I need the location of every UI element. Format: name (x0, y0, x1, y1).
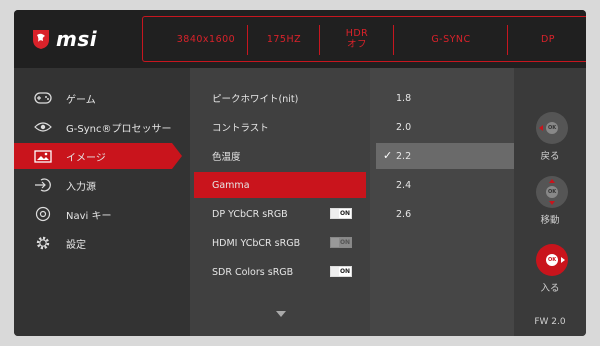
submenu-item-label: Gamma (212, 179, 250, 191)
menu-item-label: イメージ (66, 152, 106, 164)
scroll-down-arrow-icon[interactable] (276, 311, 286, 317)
menu-item-label: G-Sync®プロセッサー (66, 123, 172, 135)
eye-icon (34, 120, 52, 134)
back-label: 戻る (540, 151, 560, 162)
gamma-option-label: 1.8 (396, 92, 412, 104)
logo: msi (14, 10, 154, 68)
submenu-item-dp-ycbcr-srgb[interactable]: DP YCbCR sRGB ON (194, 201, 366, 227)
submenu-item-label: HDMI YCbCR sRGB (212, 237, 301, 249)
submenu-item-label: SDR Colors sRGB (212, 266, 294, 278)
menu-item-label: ゲーム (66, 94, 96, 106)
ok-icon: OK (546, 122, 558, 134)
gamma-option[interactable]: 2.0 (376, 114, 514, 140)
menu-item-image[interactable]: イメージ (14, 143, 182, 169)
submenu-item-label: コントラスト (212, 123, 269, 134)
status-resolution: 3840x1600 (176, 33, 236, 45)
gear-icon (34, 236, 52, 250)
toggle-knob (331, 209, 339, 218)
move-label: 移動 (540, 215, 560, 226)
image-submenu: ピークホワイト(nit) コントラスト 色温度 Gamma DP YCbCR s… (190, 68, 370, 336)
dp-ycbcr-toggle[interactable]: ON (330, 208, 352, 219)
menu-item-game[interactable]: ゲーム (14, 85, 190, 111)
status-bar: 3840x1600 175HZ HDR オフ G-SYNC DP (142, 16, 586, 62)
menu-item-input-source[interactable]: 入力源 (14, 172, 190, 198)
gamma-option-selected[interactable]: ✓ 2.2 (376, 143, 514, 169)
sdr-colors-toggle[interactable]: ON (330, 266, 352, 277)
submenu-item-label: DP YCbCR sRGB (212, 208, 288, 220)
toggle-state: ON (339, 238, 351, 247)
enter-key-icon: OK (536, 244, 568, 276)
status-refresh-rate: 175HZ (266, 33, 302, 45)
menu-item-label: 入力源 (66, 181, 96, 193)
navi-key-icon (34, 206, 52, 222)
menu-item-gsync-processor[interactable]: G-Sync®プロセッサー (14, 114, 190, 140)
menu-item-label: 設定 (66, 239, 86, 251)
submenu-item-color-temperature[interactable]: 色温度 (194, 143, 366, 169)
gamma-option-label: 2.4 (396, 179, 412, 191)
status-divider (247, 25, 248, 55)
gamma-option-label: 2.2 (396, 150, 412, 162)
status-input: DP (540, 33, 556, 45)
status-divider (507, 25, 508, 55)
submenu-item-hdmi-ycbcr-srgb[interactable]: HDMI YCbCR sRGB ON (194, 230, 366, 256)
submenu-item-label: ピークホワイト(nit) (212, 94, 299, 105)
main-menu: ゲーム G-Sync®プロセッサー イメージ 入力源 Navi キー 設定 (14, 68, 190, 336)
status-gsync: G-SYNC (431, 33, 471, 45)
firmware-version: FW 2.0 (534, 317, 566, 327)
osd-header: msi 3840x1600 175HZ HDR オフ G-SYNC DP (14, 10, 586, 68)
ok-icon: OK (546, 254, 558, 266)
move-key-icon: OK (536, 176, 568, 208)
toggle-state: ON (339, 209, 351, 218)
gamma-option[interactable]: 1.8 (376, 85, 514, 111)
enter-label: 入る (540, 283, 560, 294)
ok-icon: OK (546, 186, 558, 198)
brand-name: msi (56, 27, 98, 51)
toggle-knob (331, 238, 339, 247)
gamma-option-label: 2.6 (396, 208, 412, 220)
status-divider (393, 25, 394, 55)
input-icon (34, 178, 52, 192)
gamma-option-label: 2.0 (396, 121, 412, 133)
dragon-shield-icon (33, 30, 49, 49)
navi-key-guide: OK 戻る OK 移動 OK 入る FW 2.0 (514, 68, 586, 336)
menu-item-label: Navi キー (66, 210, 112, 222)
gamma-values: 1.8 2.0 ✓ 2.2 2.4 2.6 (370, 68, 514, 336)
checkmark-icon: ✓ (383, 149, 393, 162)
image-icon (34, 149, 52, 163)
toggle-state: ON (339, 267, 351, 276)
status-divider (319, 25, 320, 55)
submenu-item-label: 色温度 (212, 152, 241, 163)
gamepad-icon (34, 91, 52, 105)
gamma-option[interactable]: 2.6 (376, 201, 514, 227)
osd-window: msi 3840x1600 175HZ HDR オフ G-SYNC DP ゲーム… (14, 10, 586, 336)
toggle-knob (331, 267, 339, 276)
hdmi-ycbcr-toggle[interactable]: ON (330, 237, 352, 248)
submenu-item-contrast[interactable]: コントラスト (194, 114, 366, 140)
menu-item-navi-key[interactable]: Navi キー (14, 201, 190, 227)
submenu-item-sdr-colors-srgb[interactable]: SDR Colors sRGB ON (194, 259, 366, 285)
back-key-icon: OK (536, 112, 568, 144)
status-hdr: HDR オフ (345, 28, 369, 50)
submenu-item-gamma[interactable]: Gamma (194, 172, 366, 198)
submenu-item-peak-white[interactable]: ピークホワイト(nit) (194, 85, 366, 111)
menu-item-settings[interactable]: 設定 (14, 230, 190, 256)
gamma-option[interactable]: 2.4 (376, 172, 514, 198)
